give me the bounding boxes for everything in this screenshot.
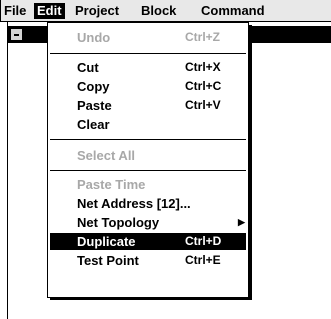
submenu-arrow-icon: ▶ [238, 217, 245, 227]
menu-edit[interactable]: Edit [34, 3, 65, 19]
menu-item-label: Copy [77, 79, 110, 94]
edit-menu-dropdown: Undo Ctrl+Z Cut Ctrl+X Copy Ctrl+C Paste… [47, 22, 249, 298]
menu-item-paste-time: Paste Time [50, 176, 246, 193]
menu-shadow-right [249, 25, 252, 300]
menu-item-label: Net Topology [77, 215, 160, 230]
menu-item-net-address[interactable]: Net Address [12]... [50, 195, 246, 212]
menu-item-label: Paste [77, 98, 112, 113]
menu-separator [50, 53, 246, 54]
menu-separator [50, 139, 246, 140]
menu-command[interactable]: Command [201, 3, 265, 19]
menu-block[interactable]: Block [141, 3, 176, 19]
system-menu-button[interactable] [10, 28, 23, 41]
menu-item-shortcut: Ctrl+C [185, 79, 222, 93]
menu-item-shortcut: Ctrl+D [185, 234, 222, 248]
window-edge [0, 0, 1, 22]
menu-item-copy[interactable]: Copy Ctrl+C [50, 78, 246, 95]
menu-item-shortcut: Ctrl+X [185, 60, 221, 74]
menu-item-duplicate[interactable]: Duplicate Ctrl+D [50, 233, 246, 250]
menu-item-shortcut: Ctrl+Z [185, 30, 221, 44]
menu-project[interactable]: Project [75, 3, 119, 19]
menu-item-label: Test Point [77, 253, 139, 268]
menu-item-label: Duplicate [77, 234, 136, 249]
system-menu-dash-icon [14, 34, 19, 36]
menu-item-cut[interactable]: Cut Ctrl+X [50, 59, 246, 76]
menu-item-label: Clear [77, 117, 110, 132]
menu-item-test-point[interactable]: Test Point Ctrl+E [50, 252, 246, 269]
menu-item-net-topology[interactable]: Net Topology ▶ [50, 214, 246, 231]
menu-item-shortcut: Ctrl+E [185, 253, 221, 267]
menu-item-paste[interactable]: Paste Ctrl+V [50, 97, 246, 114]
menu-item-clear[interactable]: Clear [50, 116, 246, 133]
menu-item-shortcut: Ctrl+V [185, 98, 221, 112]
menu-separator [50, 170, 246, 171]
menu-bar: File Edit Project Block Command [0, 0, 331, 22]
menu-file[interactable]: File [4, 3, 26, 19]
menu-item-label: Select All [77, 148, 136, 163]
menu-item-label: Cut [77, 60, 99, 75]
menu-item-label: Undo [77, 30, 111, 45]
menu-item-undo: Undo Ctrl+Z [50, 29, 246, 46]
menu-item-select-all: Select All [50, 147, 246, 164]
menu-item-label: Paste Time [77, 177, 146, 192]
menu-item-label: Net Address [12]... [77, 196, 191, 211]
